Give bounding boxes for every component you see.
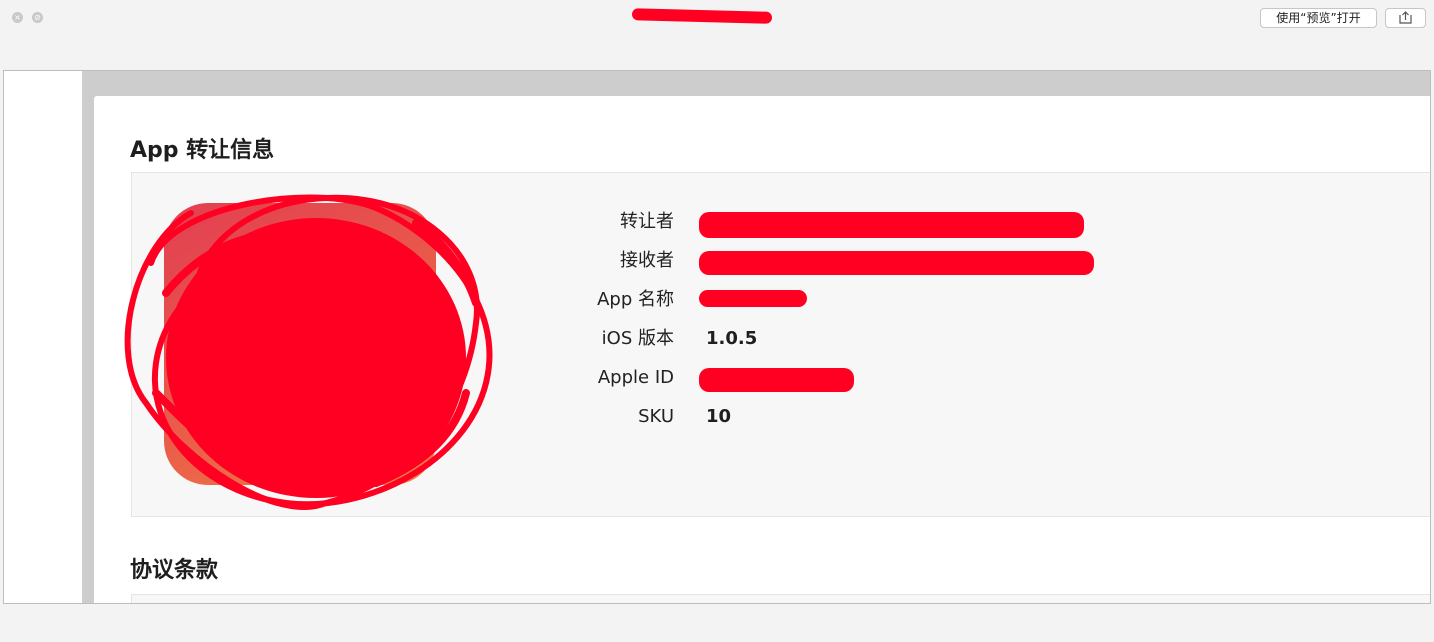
open-in-preview-button[interactable]: 使用“预览”打开 xyxy=(1260,8,1377,28)
transfer-details-list: 转让者 接收者 App 名称 iOS 版本 1.0.5 Apple ID SKU… xyxy=(132,173,1430,518)
detail-label: 转让者 xyxy=(620,211,674,232)
detail-label: iOS 版本 xyxy=(601,328,674,349)
agreement-panel xyxy=(131,594,1430,603)
detail-label: Apple ID xyxy=(597,367,674,388)
redacted-window-title xyxy=(631,8,773,24)
content-card: App 转让信息 转让者 接收者 App 名称 iOS 版本 1.0.5 App… xyxy=(94,96,1430,603)
redacted-value xyxy=(699,368,854,392)
detail-row-recipient: 接收者 xyxy=(522,246,1122,276)
document-preview: - - - - - - - App 转让信息 转让者 接收者 xyxy=(3,70,1431,604)
window-bottom-bar xyxy=(0,604,1434,642)
cut-off-header-right: - - xyxy=(1101,71,1132,83)
share-button[interactable] xyxy=(1385,8,1426,28)
detail-row-apple-id: Apple ID xyxy=(522,363,1122,393)
transfer-info-panel: 转让者 接收者 App 名称 iOS 版本 1.0.5 Apple ID SKU… xyxy=(124,172,1430,518)
minimize-icon[interactable]: ⊘ xyxy=(32,12,43,23)
close-icon[interactable]: × xyxy=(12,12,23,23)
detail-row-app-name: App 名称 xyxy=(522,285,1122,315)
detail-label: SKU xyxy=(638,406,674,427)
detail-value: 10 xyxy=(706,406,732,427)
redacted-value xyxy=(699,251,1094,275)
cut-off-header-left: - - - - - xyxy=(751,71,841,83)
sidebar-pane xyxy=(4,71,83,603)
transfer-section-title: App 转让信息 xyxy=(130,138,275,163)
detail-row-sku: SKU 10 xyxy=(522,402,1122,432)
window-toolbar: × ⊘ 使用“预览”打开 xyxy=(0,0,1434,70)
detail-label: 接收者 xyxy=(620,250,674,271)
redacted-value xyxy=(699,212,1084,238)
detail-row-transferor: 转让者 xyxy=(522,207,1122,238)
detail-value: 1.0.5 xyxy=(706,328,758,349)
share-icon xyxy=(1399,11,1412,24)
detail-label: App 名称 xyxy=(597,289,674,310)
redacted-value xyxy=(699,290,807,307)
agreement-section-title: 协议条款 xyxy=(130,558,219,583)
detail-row-ios-version: iOS 版本 1.0.5 xyxy=(522,324,1122,354)
